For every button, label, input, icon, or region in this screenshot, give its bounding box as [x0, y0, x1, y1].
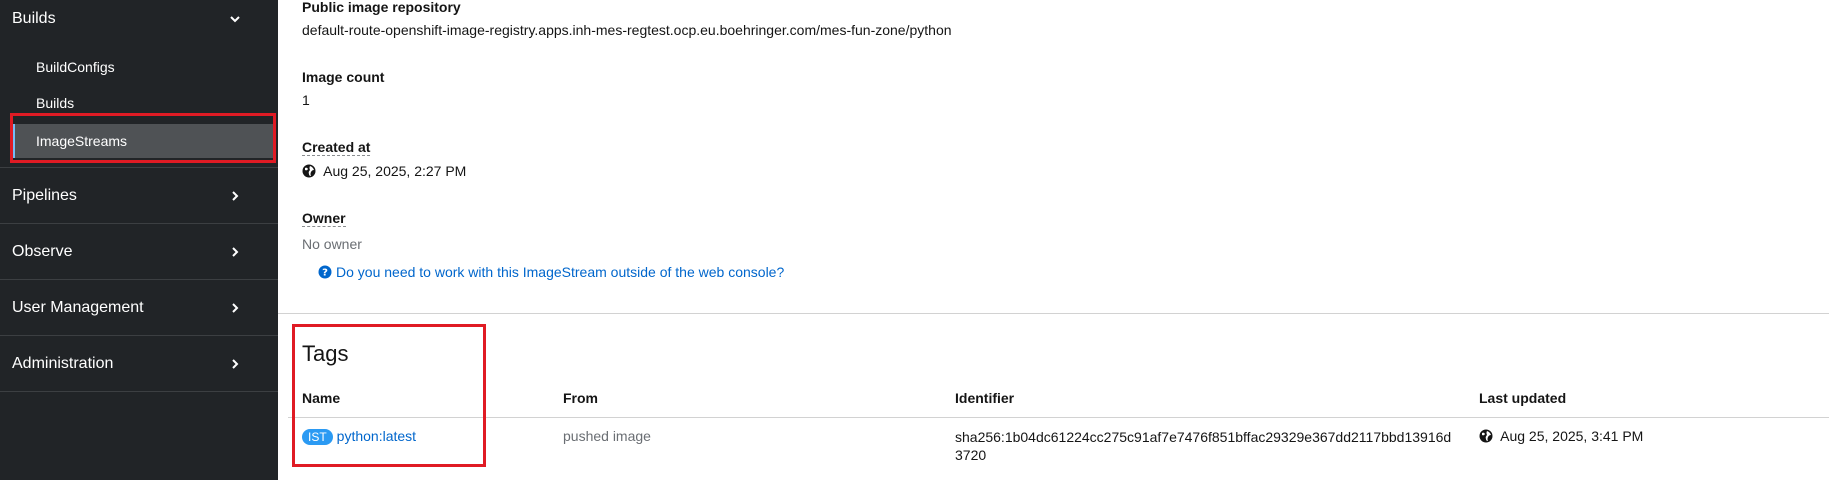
globe-icon	[1479, 429, 1493, 446]
chevron-right-icon	[226, 187, 244, 205]
column-header-last-updated[interactable]: Last updated	[1479, 390, 1566, 406]
sidebar-item-label: ImageStreams	[36, 133, 128, 149]
image-count-label: Image count	[302, 69, 385, 85]
tag-name-cell: IST python:latest	[302, 428, 416, 445]
created-at-value-row: Aug 25, 2025, 2:27 PM	[302, 163, 466, 181]
globe-icon	[302, 164, 316, 181]
sidebar-item-builds[interactable]: Builds	[12, 87, 276, 119]
nav-section-label: Builds	[12, 10, 56, 27]
sidebar-item-label: BuildConfigs	[36, 59, 115, 75]
column-header-identifier[interactable]: Identifier	[955, 390, 1014, 406]
nav-section-label: User Management	[12, 298, 144, 316]
tag-identifier-cell: sha256:1b04dc61224cc275c91af7e7476f851bf…	[955, 428, 1455, 464]
nav-section-administration[interactable]: Administration	[0, 336, 278, 391]
question-circle-icon: ?	[318, 265, 332, 279]
sidebar-nav: Builds BuildConfigs Builds ImageStreams …	[0, 0, 278, 480]
chevron-right-icon	[226, 299, 244, 317]
main-content: Public image repository default-route-op…	[278, 0, 1829, 480]
tag-updated-value: Aug 25, 2025, 3:41 PM	[1500, 428, 1644, 444]
tags-heading: Tags	[302, 341, 349, 366]
image-count-value: 1	[302, 92, 310, 108]
created-at-value: Aug 25, 2025, 2:27 PM	[323, 163, 467, 179]
nav-section-pipelines[interactable]: Pipelines	[0, 168, 278, 223]
nav-section-user-management[interactable]: User Management	[0, 280, 278, 335]
public-repo-label: Public image repository	[302, 0, 461, 15]
column-header-name[interactable]: Name	[302, 390, 340, 406]
nav-section-observe[interactable]: Observe	[0, 224, 278, 279]
sidebar-item-imagestreams[interactable]: ImageStreams	[12, 124, 276, 158]
created-at-label: Created at	[302, 139, 371, 156]
nav-section-builds[interactable]: Builds	[0, 0, 278, 38]
tag-name-link[interactable]: python:latest	[337, 428, 416, 444]
tag-from-cell: pushed image	[563, 428, 651, 444]
public-repo-value: default-route-openshift-image-registry.a…	[302, 22, 952, 38]
ist-badge: IST	[302, 429, 333, 445]
section-divider	[278, 313, 1829, 314]
chevron-right-icon	[226, 355, 244, 373]
help-link-text: Do you need to work with this ImageStrea…	[336, 264, 785, 280]
nav-section-label: Pipelines	[12, 186, 77, 204]
owner-value: No owner	[302, 236, 362, 252]
identifier-line: 3720	[955, 447, 987, 463]
tag-updated-cell: Aug 25, 2025, 3:41 PM	[1479, 428, 1643, 446]
sidebar-item-buildconfigs[interactable]: BuildConfigs	[12, 51, 276, 83]
nav-section-label: Administration	[12, 354, 114, 372]
table-header-divider	[288, 417, 1829, 418]
chevron-right-icon	[226, 243, 244, 261]
column-header-from[interactable]: From	[563, 390, 598, 406]
nav-section-label: Observe	[12, 242, 73, 260]
owner-label: Owner	[302, 210, 346, 227]
chevron-down-icon	[226, 10, 244, 28]
identifier-line: sha256:1b04dc61224cc275c91af7e7476f851bf…	[955, 429, 1452, 445]
svg-text:?: ?	[322, 268, 328, 279]
sidebar-item-label: Builds	[36, 95, 75, 111]
nav-divider	[0, 391, 278, 392]
help-link[interactable]: ? Do you need to work with this ImageStr…	[318, 264, 784, 280]
